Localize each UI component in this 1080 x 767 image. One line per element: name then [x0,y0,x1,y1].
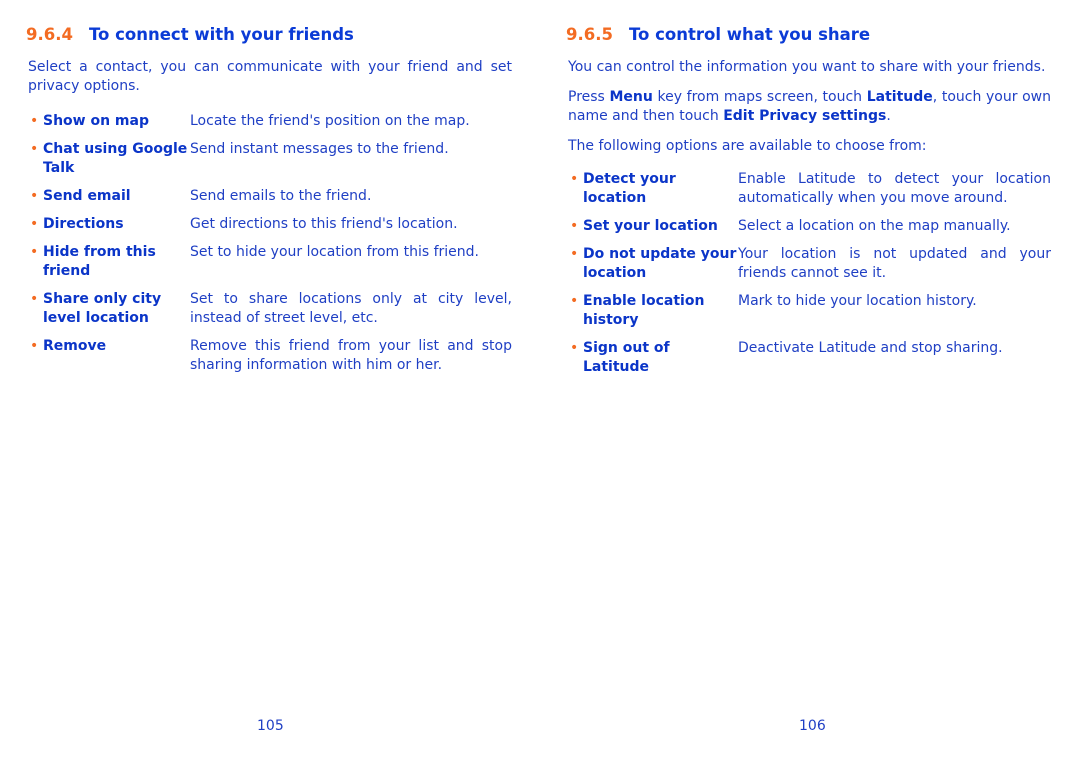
list-item: RemoveRemove this friend from your list … [28,337,512,375]
left-page: 9.6.4 To connect with your friends Select… [26,24,512,384]
options-intro: The following options are available to c… [568,138,927,154]
section-heading: 9.6.4 To connect with your friends [26,25,354,44]
list-item: Sign out of LatitudeDeactivate Latitude … [568,339,1051,377]
list-item: Enable location historyMark to hide your… [568,292,1051,330]
list-item: Do not update your locationYour location… [568,245,1051,283]
option-list: Show on mapLocate the friend's position … [28,112,512,375]
list-item: Detect your locationEnable Latitude to d… [568,170,1051,208]
list-item: Set your locationSelect a location on th… [568,217,1051,236]
section-heading: 9.6.5 To control what you share [566,25,871,44]
right-page: 9.6.5 To control what you share You can c… [566,24,1051,386]
list-item: Chat using Google TalkSend instant messa… [28,140,512,178]
list-item: Share only city level locationSet to sha… [28,290,512,328]
page-number: 106 [799,718,826,734]
page-number: 105 [257,718,284,734]
instruction-text: Press Menu key from maps screen, touch L… [568,89,1051,124]
list-item: Hide from this friendSet to hide your lo… [28,243,512,281]
intro-text: You can control the information you want… [568,59,1046,75]
intro-text: Select a contact, you can communicate wi… [28,59,512,94]
list-item: Send emailSend emails to the friend. [28,187,512,206]
list-item: Show on mapLocate the friend's position … [28,112,512,131]
list-item: DirectionsGet directions to this friend'… [28,215,512,234]
option-list: Detect your locationEnable Latitude to d… [568,170,1051,377]
